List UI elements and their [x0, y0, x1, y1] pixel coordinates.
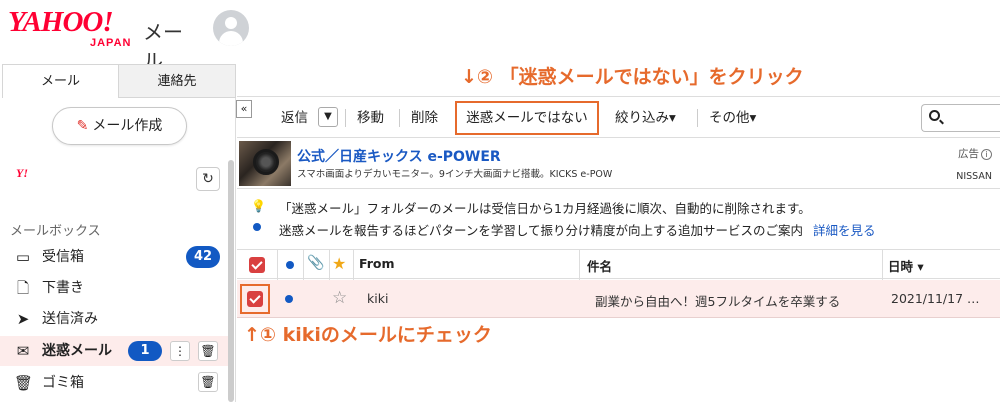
unread-dot-icon[interactable]: [286, 261, 294, 269]
ad-label: 広告 i: [958, 146, 992, 161]
sidebar-scrollbar[interactable]: [228, 160, 234, 402]
unread-badge: 1: [128, 341, 162, 361]
logo-sub-text: JAPAN: [90, 37, 132, 49]
annotation-step1: ↑① kikiのメールにチェック: [244, 324, 492, 346]
sidebar-item-label: ゴミ箱: [42, 375, 84, 391]
empty-trash-icon[interactable]: 🗑: [198, 372, 218, 392]
row-subject: 副業から自由へ！週5フルタイムを卒業する: [595, 294, 841, 309]
star-icon[interactable]: ★: [332, 254, 346, 273]
refresh-icon: ↻: [202, 171, 214, 187]
sent-icon: ➤: [16, 310, 30, 328]
star-icon[interactable]: ☆: [332, 288, 347, 308]
toolbar: 返信 ▼ 移動 削除 迷惑メールではない 絞り込み▾ その他▾: [237, 96, 1000, 138]
column-subject[interactable]: 件名: [587, 256, 612, 275]
account-logo-icon: Y!: [16, 166, 28, 180]
ad-banner[interactable]: 公式／日産キックス e-POWER スマホ画面よりデカいモニター。9インチ大画面…: [237, 139, 1000, 189]
tab-contacts[interactable]: 連絡先: [118, 64, 236, 98]
select-all-checkbox[interactable]: [249, 257, 265, 273]
list-header: 📎 ★ From 件名 日時 ▾: [237, 249, 1000, 280]
yahoo-logo[interactable]: YAHOO! JAPAN メール: [8, 6, 198, 73]
sidebar-item-label: 下書き: [42, 280, 84, 296]
sidebar-item-sent[interactable]: ➤ 送信済み: [0, 304, 228, 334]
table-row[interactable]: ☆ kiki 副業から自由へ！週5フルタイムを卒業する 2021/11/17 …: [237, 280, 1000, 318]
divider: [277, 250, 278, 280]
left-tabs: メール 連絡先: [0, 64, 236, 98]
notice-line-1: 「迷惑メール」フォルダーのメールは受信日から1カ月経過後に順次、自動的に削除され…: [279, 201, 811, 216]
logo-main-text: YAHOO!: [8, 6, 114, 38]
row-date: 2021/11/17 …: [891, 291, 980, 306]
reply-button[interactable]: 返信: [281, 109, 308, 127]
sidebar-item-drafts[interactable]: 🗋 下書き: [0, 273, 228, 303]
divider: [353, 250, 354, 280]
notice-line-2: 迷惑メールを報告するほどパターンを学習して振り分け精度が向上する追加サービスのご…: [279, 220, 876, 239]
column-date[interactable]: 日時 ▾: [888, 256, 924, 275]
row-from: kiki: [367, 291, 389, 306]
trash-icon: 🗑: [14, 374, 34, 392]
sidebar-item-label: 迷惑メール: [42, 343, 112, 359]
column-from[interactable]: From: [359, 256, 395, 271]
chevron-down-icon[interactable]: ▼: [318, 107, 338, 127]
divider: [345, 109, 346, 127]
spam-icon: ✉: [16, 342, 30, 360]
annotation-step2: ↓② 「迷惑メールではない」をクリック: [461, 66, 804, 88]
not-spam-button[interactable]: 迷惑メールではない: [455, 101, 599, 135]
delete-button[interactable]: 削除: [411, 109, 438, 127]
spam-notice: 💡 「迷惑メール」フォルダーのメールは受信日から1カ月経過後に順次、自動的に削除…: [237, 190, 1000, 244]
filter-button[interactable]: 絞り込み▾: [615, 109, 676, 127]
divider: [697, 109, 698, 127]
search-input[interactable]: [921, 104, 1000, 132]
tab-mail[interactable]: メール: [2, 64, 119, 98]
info-dot-icon: [253, 223, 261, 231]
ad-title[interactable]: 公式／日産キックス e-POWER: [297, 146, 501, 166]
row-checkbox[interactable]: [247, 291, 263, 307]
sidebar-item-trash[interactable]: 🗑 ゴミ箱 🗑: [0, 368, 228, 398]
mailbox-section-label: メールボックス: [10, 224, 101, 239]
pencil-icon: ✎: [76, 118, 89, 134]
refresh-button[interactable]: ↻: [196, 167, 220, 191]
move-button[interactable]: 移動: [357, 109, 384, 127]
divider: [329, 250, 330, 280]
divider: [579, 250, 580, 280]
trash-icon[interactable]: 🗑: [198, 341, 218, 361]
divider: [399, 109, 400, 127]
attachment-icon[interactable]: 📎: [307, 255, 324, 271]
collapse-sidebar-button[interactable]: «: [236, 100, 252, 118]
inbox-icon: ▭: [15, 248, 31, 266]
compose-label: メール作成: [92, 118, 163, 134]
divider: [303, 250, 304, 280]
details-link[interactable]: 詳細を見る: [813, 223, 876, 238]
draft-icon: 🗋: [16, 279, 30, 297]
avatar[interactable]: [213, 10, 249, 46]
compose-button[interactable]: ✎ メール作成: [52, 107, 187, 145]
other-button[interactable]: その他▾: [709, 109, 756, 127]
sidebar-item-inbox[interactable]: ▭ 受信箱 42: [0, 242, 228, 272]
ad-tag-text: 広告: [958, 148, 979, 160]
unread-badge: 42: [186, 246, 220, 268]
notice-line-2-text: 迷惑メールを報告するほどパターンを学習して振り分け精度が向上する追加サービスのご…: [279, 223, 804, 238]
sidebar-item-label: 送信済み: [42, 311, 98, 327]
sidebar-item-spam[interactable]: ✉ 迷惑メール 1 ⋮ 🗑: [0, 336, 228, 366]
divider: [882, 250, 883, 280]
more-options-icon[interactable]: ⋮: [170, 341, 190, 361]
unread-dot-icon[interactable]: [285, 295, 293, 303]
ad-brand: NISSAN: [956, 171, 992, 182]
lightbulb-icon: 💡: [251, 199, 266, 213]
search-icon: [929, 110, 940, 121]
info-icon[interactable]: i: [981, 149, 992, 160]
sidebar-item-label: 受信箱: [42, 249, 84, 265]
ad-image: [239, 141, 291, 186]
ad-description: スマホ画面よりデカいモニター。9インチ大画面ナビ搭載。KICKS e-POW: [297, 169, 613, 180]
